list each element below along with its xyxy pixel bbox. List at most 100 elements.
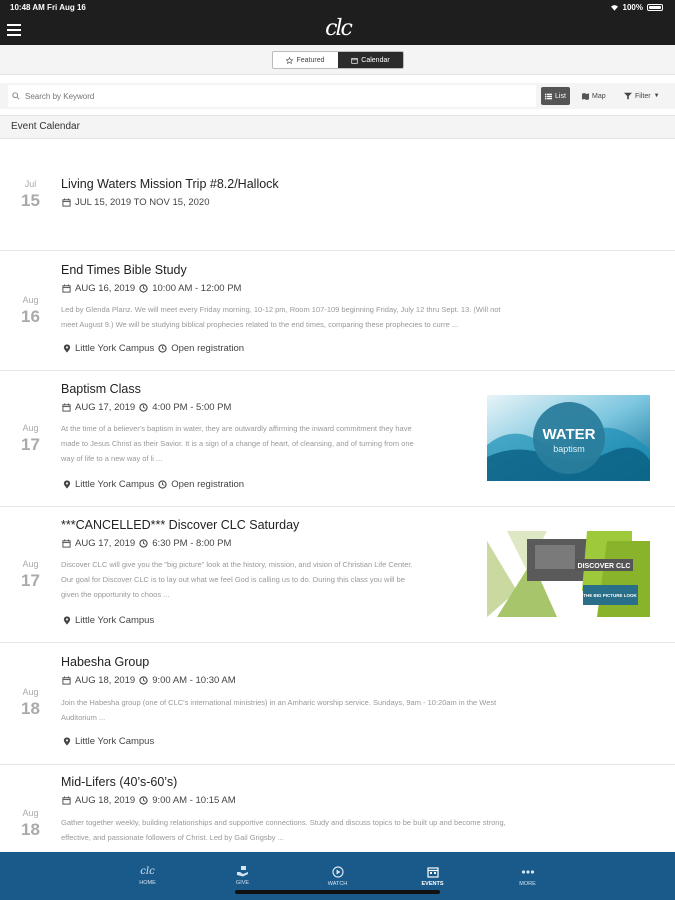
event-date-range: JUL 15, 2019 TO NOV 15, 2020 [75, 197, 210, 208]
tab-calendar-label: Calendar [361, 56, 390, 64]
home-indicator[interactable] [235, 890, 440, 894]
event-day: 18 [21, 699, 40, 718]
event-time-text: 6:30 PM - 8:00 PM [152, 538, 232, 549]
clock-icon [139, 539, 148, 548]
event-image-water-baptism: WATER baptism [487, 395, 650, 481]
location-pin-icon [63, 737, 71, 746]
event-month: Aug [22, 559, 39, 569]
event-description-line: Discover CLC will give you the "big pict… [61, 560, 413, 569]
map-view-button[interactable]: Map [578, 87, 610, 105]
calendar-icon [62, 539, 71, 548]
event-day: 18 [21, 820, 40, 839]
more-dots-icon [521, 869, 534, 874]
tab-more[interactable]: MORE [498, 852, 558, 900]
status-indicators: 100% [610, 3, 663, 12]
event-description: At the time of a believer's baptism in w… [61, 421, 471, 466]
event-location: Little York Campus [75, 479, 155, 490]
event-title: End Times Bible Study [61, 263, 187, 277]
event-datetime: AUG 17, 2019 6:30 PM - 8:00 PM [62, 538, 231, 549]
event-datetime: AUG 17, 2019 4:00 PM - 5:00 PM [62, 402, 231, 413]
tab-give-label: GIVE [235, 880, 250, 886]
image-text-baptism: baptism [553, 444, 585, 454]
event-registration: Open registration [171, 343, 245, 354]
wifi-icon [610, 5, 618, 11]
calendar-icon [62, 198, 71, 207]
calendar-icon [62, 284, 71, 293]
top-bar: 10:48 AM Fri Aug 16 100% clc [0, 0, 675, 45]
event-date: Aug 18 [0, 687, 61, 719]
event-date-text: AUG 17, 2019 [75, 402, 136, 413]
event-datetime: AUG 18, 2019 9:00 AM - 10:30 AM [62, 675, 236, 686]
clock-icon [139, 403, 148, 412]
event-date: Aug 18 [0, 808, 61, 840]
event-item-baptism[interactable]: Aug 17 Baptism Class AUG 17, 2019 4:00 P… [0, 371, 675, 507]
clock-icon [139, 676, 148, 685]
event-description-line: Gather together weekly, building relatio… [61, 818, 506, 827]
event-description: Led by Glenda Planz. We will meet every … [61, 302, 501, 332]
tab-watch-label: WATCH [327, 880, 348, 887]
search-icon [12, 92, 20, 100]
search-box[interactable] [8, 85, 536, 107]
event-description-line: given the opportunity to choos ... [61, 590, 170, 599]
event-registration: Open registration [171, 479, 245, 490]
event-month: Aug [22, 808, 39, 818]
filter-label: Filter [635, 92, 651, 100]
event-title: Mid-Lifers (40’s-60’s) [61, 775, 178, 789]
hamburger-menu-icon[interactable] [7, 24, 21, 36]
event-item-habesha[interactable]: Aug 18 Habesha Group AUG 18, 2019 9:00 A… [0, 643, 675, 765]
event-list[interactable]: Jul 15 Living Waters Mission Trip #8.2/H… [0, 140, 675, 852]
event-date-text: AUG 18, 2019 [75, 675, 136, 686]
event-location: Little York Campus [75, 736, 155, 747]
featured-calendar-segment: Featured Calendar [272, 51, 404, 69]
calendar-icon [62, 403, 71, 412]
event-datetime: AUG 18, 2019 9:00 AM - 10:15 AM [62, 795, 236, 806]
event-description-line: Led by Glenda Planz. We will meet every … [61, 305, 501, 314]
event-description: Discover CLC will give you the "big pict… [61, 557, 471, 602]
image-text-discover: DISCOVER CLC [578, 563, 631, 570]
image-text-water: WATER [542, 426, 595, 443]
event-item-discover-clc[interactable]: Aug 17 ***CANCELLED*** Discover CLC Satu… [0, 507, 675, 643]
event-title: Baptism Class [61, 382, 141, 396]
star-icon [286, 56, 294, 64]
event-title: Habesha Group [61, 655, 150, 669]
event-description-line: made to Jesus Christ as their Savior. It… [61, 439, 414, 448]
event-description-line: meet August 9.) We will be studying bibl… [61, 320, 459, 329]
tab-more-label: MORE [519, 880, 536, 887]
event-description-line: way of life to a new way of li ... [61, 454, 163, 463]
event-item-mid-lifers[interactable]: Aug 18 Mid-Lifers (40’s-60’s) AUG 18, 20… [0, 765, 675, 852]
event-item-end-times[interactable]: Aug 16 End Times Bible Study AUG 16, 201… [0, 251, 675, 371]
list-view-button[interactable]: List [541, 87, 570, 105]
event-datetime: JUL 15, 2019 TO NOV 15, 2020 [62, 197, 210, 208]
calendar-icon [62, 676, 71, 685]
image-text-big-picture: THE BIG PICTURE LOOK [583, 593, 637, 598]
calendar-icon [62, 796, 71, 805]
event-day: 16 [21, 307, 40, 326]
event-date-text: AUG 18, 2019 [75, 795, 136, 806]
tab-featured[interactable]: Featured [273, 52, 338, 68]
search-input[interactable] [25, 91, 505, 101]
tab-home[interactable]: clc HOME [118, 852, 178, 900]
section-title: Event Calendar [0, 115, 675, 139]
event-title: Living Waters Mission Trip #8.2/Hallock [61, 177, 279, 191]
tab-featured-label: Featured [296, 56, 325, 64]
tab-home-label: HOME [139, 880, 156, 886]
status-time: 10:48 AM Fri Aug 16 [10, 3, 86, 12]
event-item-mission-trip[interactable]: Jul 15 Living Waters Mission Trip #8.2/H… [0, 140, 675, 251]
event-time-text: 4:00 PM - 5:00 PM [152, 402, 232, 413]
location-pin-icon [63, 344, 71, 353]
clc-logo-icon: clc [140, 866, 155, 877]
event-time-text: 9:00 AM - 10:15 AM [152, 795, 236, 806]
list-icon [545, 93, 552, 99]
event-date-text: AUG 16, 2019 [75, 283, 136, 294]
play-icon [331, 865, 344, 878]
tab-calendar[interactable]: Calendar [338, 52, 403, 68]
event-date: Aug 17 [0, 559, 61, 591]
clock-icon [158, 480, 167, 489]
event-title: ***CANCELLED*** Discover CLC Saturday [61, 518, 300, 532]
location-pin-icon [63, 616, 71, 625]
filter-button[interactable]: Filter ▼ [620, 87, 664, 105]
filter-icon [624, 92, 632, 100]
view-toggle-bar: Featured Calendar [0, 45, 675, 75]
tab-events-label: EVENTS [421, 880, 444, 887]
event-day: 15 [21, 191, 40, 210]
